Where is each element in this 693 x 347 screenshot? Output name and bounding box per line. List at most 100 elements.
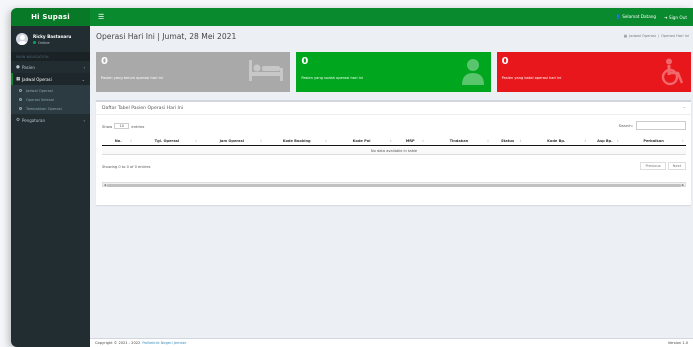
card-desc: Pasien yang sudah operasi hari ini <box>301 76 363 80</box>
app-window: Hi Supasi ☰ 👤 Selamat Datang ➜ Sign Out … <box>11 8 693 347</box>
table-empty-row: No data available in table <box>102 147 686 155</box>
column-label: Status <box>500 138 515 143</box>
sort-icon: ⇕ <box>681 138 684 143</box>
sort-icon: ⇕ <box>389 138 392 143</box>
sign-out-label: Sign Out <box>668 14 687 20</box>
column-label: Kode Pol <box>352 138 371 143</box>
column-label: No. <box>114 138 122 143</box>
sort-icon: ⇕ <box>616 138 620 143</box>
column-label: Asp Bp. <box>597 138 613 143</box>
submenu: Jadwal Operasi Operasi Selesai Tambahkan… <box>11 85 90 114</box>
sort-icon: ⇕ <box>194 138 198 143</box>
stat-cards: 0 Pasien yang belum operasi hari ini 0 P… <box>96 52 691 92</box>
submenu-item-selesai[interactable]: Operasi Selesai <box>11 95 90 104</box>
card-desc: Pasien yang belum operasi hari ini <box>101 76 163 80</box>
divider <box>96 114 691 115</box>
column-header[interactable]: Kode Pol ⇕ <box>329 136 394 145</box>
column-header[interactable]: MRP ⇕ <box>394 136 426 145</box>
length-select[interactable]: 10 <box>114 123 130 129</box>
card-value: 0 <box>501 56 509 67</box>
chevron-left-icon: ‹ <box>83 64 85 70</box>
sort-icon: ⇕ <box>583 138 587 143</box>
column-header[interactable]: Asp Bp. ⇕ <box>589 136 621 145</box>
sidebar-item-pasien[interactable]: ● Pasien ‹ <box>11 61 90 73</box>
menu-header: MAIN NAVIGATION <box>11 52 90 61</box>
card-value: 0 <box>301 56 309 67</box>
navbar-right: 👤 Selamat Datang ➜ Sign Out <box>616 14 693 20</box>
column-header[interactable]: Jam Operasi ⇕ <box>199 136 264 145</box>
column-label: Perbaikan <box>643 138 664 143</box>
footer: Copyright © 2021 - 2022 Politeknik Neger… <box>90 338 693 347</box>
user-status-label: Online <box>38 40 50 45</box>
table-info: Showing 0 to 0 of 0 entries <box>102 165 151 169</box>
doctor-icon <box>461 59 484 85</box>
footer-link[interactable]: Politeknik Negeri Jember <box>142 341 186 345</box>
brand-logo[interactable]: Hi Supasi <box>11 8 90 26</box>
search-input[interactable] <box>636 121 686 130</box>
table-box: Daftar Tabel Pasien Operasi Hari Ini − S… <box>96 100 691 205</box>
submenu-label: Tambahkan Operasi <box>26 106 62 111</box>
column-header[interactable]: Kode Bp. ⇕ <box>524 136 589 145</box>
sidebar-item-label: Jadwal Operasi <box>22 76 52 82</box>
search-control: Search: <box>619 121 686 130</box>
next-button[interactable]: Next <box>667 162 686 170</box>
circle-icon <box>19 98 22 101</box>
user-status: Online <box>33 41 71 45</box>
column-label: Kode Booking <box>282 138 311 143</box>
column-label: Tgl. Operasi <box>154 138 180 143</box>
pagination: Previous Next <box>640 162 686 170</box>
scroll-left-icon[interactable]: ◀ <box>104 183 107 187</box>
sidebar-item-jadwal-operasi[interactable]: ▦ Jadwal Operasi ⌄ <box>11 73 90 85</box>
horizontal-scrollbar[interactable]: ◀ ▶ <box>102 182 686 187</box>
sort-icon: ⇕ <box>129 138 133 143</box>
avatar <box>16 33 28 45</box>
card-belum-operasi: 0 Pasien yang belum operasi hari ini <box>96 52 291 92</box>
sidebar-item-label: Pengaturan <box>22 117 45 123</box>
length-suffix: entries <box>131 123 145 129</box>
submenu-item-jadwal[interactable]: Jadwal Operasi <box>11 86 90 95</box>
main-content: Operasi Hari Ini | Jumat, 28 Mei 2021 ▦ … <box>90 26 693 347</box>
breadcrumb-item[interactable]: Jadwal Operasi <box>629 34 656 38</box>
column-label: Tindakan <box>449 138 469 143</box>
column-header[interactable]: Tgl. Operasi ⇕ <box>134 136 199 145</box>
sort-icon: ⇕ <box>421 138 425 143</box>
collapse-icon[interactable]: − <box>683 105 686 110</box>
column-label: MRP <box>405 138 415 143</box>
table-header: No. ⇕ Tgl. Operasi ⇕ Jam Operasi ⇕ Kode Boo… <box>102 136 686 146</box>
column-header[interactable]: Kode Booking ⇕ <box>264 136 329 145</box>
submenu-label: Operasi Selesai <box>26 97 54 102</box>
submenu-label: Jadwal Operasi <box>26 88 53 93</box>
column-header[interactable]: Tindakan ⇕ <box>426 136 491 145</box>
sidebar-item-pengaturan[interactable]: ⚙ Pengaturan ‹ <box>11 114 90 126</box>
online-dot-icon <box>33 41 36 44</box>
user-panel: Ricky Bastanaru Online <box>11 26 90 52</box>
user-name: Ricky Bastanaru <box>33 33 72 39</box>
bars-icon[interactable]: ☰ <box>98 13 104 21</box>
user-menu[interactable]: 👤 Selamat Datang <box>616 14 656 20</box>
chevron-down-icon: ⌄ <box>81 76 85 82</box>
column-header[interactable]: Perbaikan ⇕ <box>621 136 686 145</box>
column-header[interactable]: No. ⇕ <box>102 136 134 145</box>
sign-out-button[interactable]: ➜ Sign Out <box>664 15 687 20</box>
scrollbar-thumb[interactable] <box>107 184 681 187</box>
column-header[interactable]: Status ⇕ <box>491 136 523 145</box>
column-label: Kode Bp. <box>547 138 566 143</box>
scroll-right-icon[interactable]: ▶ <box>682 183 685 187</box>
circle-icon <box>19 89 22 92</box>
breadcrumb: ▦ Jadwal Operasi / Operasi Hari Ini <box>624 34 689 38</box>
dashboard-icon: ▦ <box>623 34 628 38</box>
sidebar-item-label: Pasien <box>22 64 35 70</box>
wheelchair-icon <box>661 58 684 86</box>
breadcrumb-item-active: Operasi Hari Ini <box>661 34 689 38</box>
sort-icon: ⇕ <box>486 138 490 143</box>
top-navbar: Hi Supasi ☰ 👤 Selamat Datang ➜ Sign Out <box>11 8 693 26</box>
previous-button[interactable]: Previous <box>640 162 666 170</box>
submenu-item-tambah[interactable]: Tambahkan Operasi <box>11 104 90 113</box>
card-sudah-operasi: 0 Pasien yang sudah operasi hari ini <box>296 52 491 92</box>
breadcrumb-separator: / <box>657 34 660 38</box>
column-label: Jam Operasi <box>219 138 244 143</box>
card-value: 0 <box>101 56 108 67</box>
sidebar: Ricky Bastanaru Online MAIN NAVIGATION ●… <box>11 26 90 347</box>
sort-icon: ⇕ <box>519 138 522 143</box>
sort-icon: ⇕ <box>259 138 263 143</box>
